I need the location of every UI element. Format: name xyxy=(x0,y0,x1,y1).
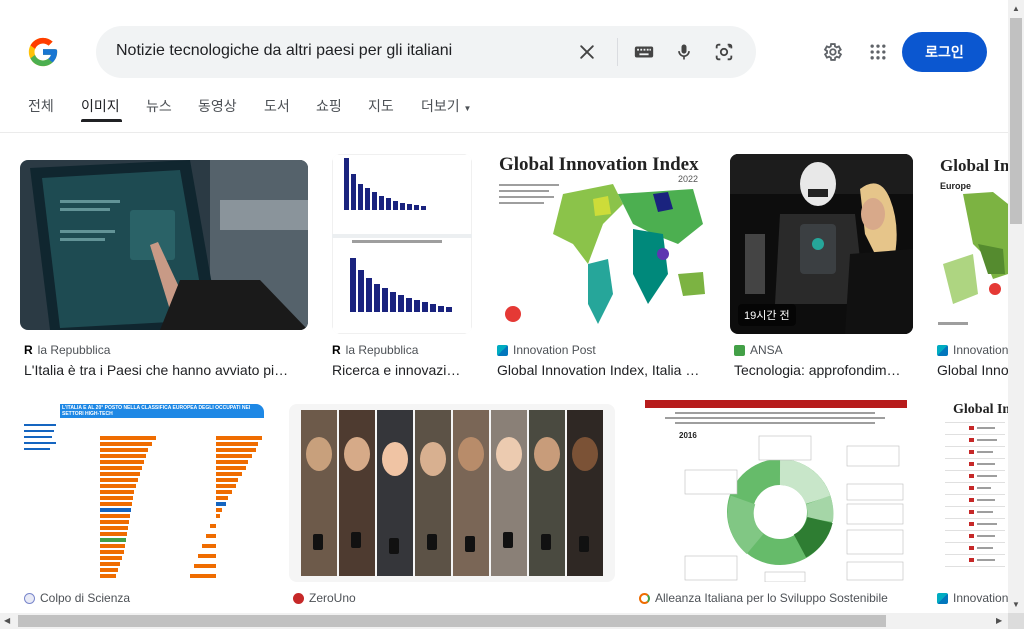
europe-map-image xyxy=(938,192,1008,325)
search-box[interactable]: Notizie tecnologiche da altri paesi per … xyxy=(96,26,756,78)
repubblica-logo-icon: R xyxy=(332,343,341,357)
active-tab-indicator xyxy=(81,119,122,122)
asvis-logo-icon xyxy=(639,592,650,604)
result-title-2[interactable]: Ricerca e innovazi… xyxy=(332,362,472,378)
tab-maps[interactable]: 지도 xyxy=(368,96,394,116)
horizontal-bar-chart-image xyxy=(24,424,262,578)
repubblica-logo-icon: R xyxy=(24,343,33,357)
scroll-up-arrow-icon[interactable]: ▲ xyxy=(1012,4,1020,13)
thumb-year: 2016 xyxy=(679,431,697,440)
time-badge: 19시간 전 xyxy=(738,304,796,326)
login-button[interactable]: 로그인 xyxy=(902,32,987,72)
clear-icon[interactable] xyxy=(575,40,599,64)
microphone-icon[interactable] xyxy=(672,40,696,64)
result-title-4[interactable]: Tecnologia: approfondim… xyxy=(734,362,910,378)
google-logo[interactable] xyxy=(26,35,60,69)
ranking-table-image xyxy=(945,422,1005,567)
search-input[interactable]: Notizie tecnologiche da altri paesi per … xyxy=(116,42,452,60)
tab-videos[interactable]: 동영상 xyxy=(198,96,237,116)
search-tabs: 전체 이미지 뉴스 동영상 도서 쇼핑 지도 더보기 ▼ xyxy=(0,92,1008,132)
colpo-di-scienza-logo-icon xyxy=(24,592,35,604)
scroll-left-arrow-icon[interactable]: ◀ xyxy=(4,616,10,625)
result-source-7[interactable]: ZeroUno xyxy=(293,591,356,605)
result-thumbnail-7[interactable] xyxy=(289,404,615,582)
result-source-8[interactable]: Alleanza Italiana per lo Sviluppo Sosten… xyxy=(639,591,888,605)
vertical-scroll-thumb[interactable] xyxy=(1010,18,1022,224)
result-source-9[interactable]: Innovation xyxy=(937,591,1008,605)
ansa-logo-icon xyxy=(734,344,745,356)
result-thumbnail-8[interactable]: 2016 xyxy=(635,400,914,582)
horizontal-scroll-thumb[interactable] xyxy=(18,615,886,627)
donut-chart-image xyxy=(665,412,904,582)
result-source-1[interactable]: R la Repubblica xyxy=(24,343,110,357)
apps-grid-icon[interactable] xyxy=(866,40,890,64)
innovation-post-logo-icon xyxy=(937,344,948,356)
google-images-page: Notizie tecnologiche da altri paesi per … xyxy=(0,0,1024,629)
innovation-post-logo-icon xyxy=(937,592,948,604)
result-thumbnail-4[interactable]: 19시간 전 xyxy=(730,154,913,334)
chatbot-screen-image xyxy=(20,160,308,330)
tab-news[interactable]: 뉴스 xyxy=(146,96,172,116)
tab-images[interactable]: 이미지 xyxy=(81,96,120,116)
result-thumbnail-5[interactable]: Global In Europe xyxy=(933,154,1008,334)
keyboard-icon[interactable] xyxy=(632,40,656,64)
search-divider xyxy=(617,38,618,66)
tab-more[interactable]: 더보기 ▼ xyxy=(421,96,471,116)
result-thumbnail-2[interactable] xyxy=(332,154,472,334)
dropdown-arrow-icon: ▼ xyxy=(463,104,472,113)
tabs-divider xyxy=(0,132,1008,133)
result-source-2[interactable]: R la Repubblica xyxy=(332,343,418,357)
world-map-image xyxy=(499,184,705,324)
innovation-post-logo-icon xyxy=(497,344,508,356)
result-thumbnail-6[interactable]: L'ITALIA È AL 20° POSTO NELLA CLASSIFICA… xyxy=(20,404,264,582)
bar-charts-image xyxy=(332,154,472,334)
result-thumbnail-3[interactable]: Global Innovation Index 2022 xyxy=(493,154,710,334)
zerouno-logo-icon xyxy=(293,592,304,604)
tab-shopping[interactable]: 쇼핑 xyxy=(316,96,342,116)
result-thumbnail-1[interactable] xyxy=(20,160,308,330)
tab-books[interactable]: 도서 xyxy=(264,96,290,116)
result-source-4[interactable]: ANSA xyxy=(734,343,783,357)
result-title-1[interactable]: L'Italia è tra i Paesi che hanno avviato… xyxy=(24,362,304,378)
people-with-smartphones-image xyxy=(289,404,615,582)
result-source-5[interactable]: Innovation xyxy=(937,343,1008,357)
result-thumbnail-9[interactable]: Global In xyxy=(933,400,1008,582)
tab-all[interactable]: 전체 xyxy=(28,96,54,116)
result-title-5[interactable]: Global Inno xyxy=(937,362,1008,378)
scroll-right-arrow-icon[interactable]: ▶ xyxy=(996,616,1002,625)
result-source-6[interactable]: Colpo di Scienza xyxy=(24,591,130,605)
result-title-3[interactable]: Global Innovation Index, Italia … xyxy=(497,362,707,378)
scrollbar-corner xyxy=(1008,613,1024,629)
scroll-down-arrow-icon[interactable]: ▼ xyxy=(1012,600,1020,609)
result-source-3[interactable]: Innovation Post xyxy=(497,343,596,357)
settings-gear-icon[interactable] xyxy=(820,40,844,64)
camera-lens-icon[interactable] xyxy=(712,40,736,64)
